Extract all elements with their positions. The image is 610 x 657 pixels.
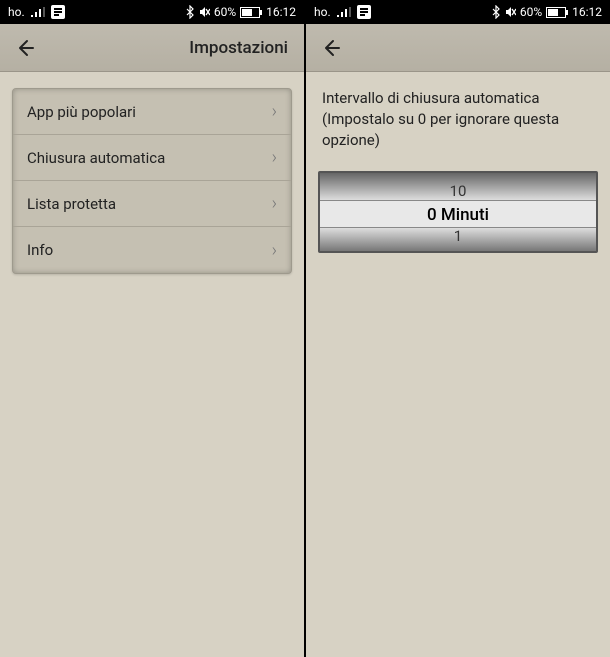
back-button[interactable]: [318, 36, 342, 60]
app-badge-icon: [51, 5, 65, 19]
battery-percent: 60%: [520, 5, 542, 19]
setting-description: Intervallo di chiusura automatica (Impos…: [318, 88, 598, 151]
menu-item-label: Info: [27, 241, 53, 259]
bluetooth-icon: [492, 5, 500, 19]
content-area: App più popolari › Chiusura automatica ›…: [0, 72, 304, 657]
battery-icon: [240, 7, 262, 18]
picker-prev-value: 10: [320, 173, 596, 200]
mute-icon: [198, 6, 210, 18]
picker-selected-value: 0 Minuti: [320, 200, 596, 228]
clock: 16:12: [266, 5, 296, 19]
clock: 16:12: [572, 5, 602, 19]
battery-icon: [546, 7, 568, 18]
chevron-right-icon: ›: [272, 240, 277, 261]
carrier-label: ho.: [8, 5, 25, 19]
status-bar: ho. 60% 16:12: [306, 0, 610, 24]
chevron-right-icon: ›: [272, 147, 277, 168]
menu-item-auto-close[interactable]: Chiusura automatica ›: [13, 135, 291, 181]
page-title: Impostazioni: [36, 38, 292, 58]
app-badge-icon: [357, 5, 371, 19]
settings-menu: App più popolari › Chiusura automatica ›…: [12, 88, 292, 274]
left-screen: ho. 60% 16:12 Impostazioni App più popol…: [0, 0, 304, 657]
back-arrow-icon: [13, 37, 35, 59]
app-bar: Impostazioni: [0, 24, 304, 72]
menu-item-label: Lista protetta: [27, 195, 116, 213]
status-bar: ho. 60% 16:12: [0, 0, 304, 24]
menu-item-label: Chiusura automatica: [27, 149, 165, 167]
content-area: Intervallo di chiusura automatica (Impos…: [306, 72, 610, 657]
menu-item-popular-apps[interactable]: App più popolari ›: [13, 89, 291, 135]
picker-next-value: 1: [320, 228, 596, 253]
right-screen: ho. 60% 16:12 Intervallo di chiusura aut…: [306, 0, 610, 657]
app-bar: [306, 24, 610, 72]
back-arrow-icon: [319, 37, 341, 59]
mute-icon: [504, 6, 516, 18]
menu-item-info[interactable]: Info ›: [13, 227, 291, 273]
chevron-right-icon: ›: [272, 101, 277, 122]
menu-item-label: App più popolari: [27, 103, 136, 121]
menu-item-protected-list[interactable]: Lista protetta ›: [13, 181, 291, 227]
interval-picker[interactable]: 10 0 Minuti 1: [318, 171, 598, 253]
signal-icon: [337, 7, 351, 17]
chevron-right-icon: ›: [272, 193, 277, 214]
battery-percent: 60%: [214, 5, 236, 19]
carrier-label: ho.: [314, 5, 331, 19]
signal-icon: [31, 7, 45, 17]
back-button[interactable]: [12, 36, 36, 60]
bluetooth-icon: [186, 5, 194, 19]
